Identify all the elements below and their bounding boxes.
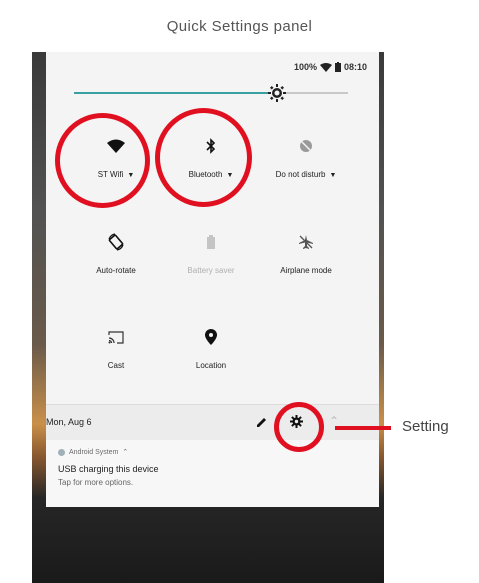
highlight-ring-bluetooth <box>155 108 252 207</box>
dnd-dropdown-icon[interactable]: ▼ <box>329 172 336 179</box>
tile-auto-rotate[interactable]: Auto-rotate <box>71 232 161 275</box>
do-not-disturb-icon <box>300 140 312 152</box>
cast-icon <box>108 330 124 344</box>
battery-saver-icon <box>207 235 215 249</box>
callout-setting-label: Setting <box>402 418 449 435</box>
tile-location[interactable]: Location <box>166 327 256 370</box>
highlight-ring-settings <box>274 402 324 452</box>
brightness-thumb-icon[interactable] <box>267 83 287 103</box>
tile-airplane-mode[interactable]: Airplane mode <box>261 232 351 275</box>
notification-usb[interactable]: Android System ⌃ USB charging this device… <box>46 440 379 507</box>
expand-chevron-icon[interactable]: ⌃ <box>122 448 128 456</box>
wifi-signal-icon <box>319 62 332 72</box>
footer-date: Mon, Aug 6 <box>46 417 92 427</box>
edit-icon[interactable] <box>256 416 268 428</box>
callout-line <box>335 426 391 430</box>
brightness-slider-fill <box>74 92 277 94</box>
location-icon <box>205 329 217 345</box>
caption-quick-settings: Quick Settings panel <box>166 18 313 35</box>
notification-subtitle: Tap for more options. <box>58 478 134 487</box>
tile-auto-rotate-label: Auto-rotate <box>96 266 136 275</box>
airplane-mode-icon <box>299 235 313 249</box>
notification-title: USB charging this device <box>58 464 159 474</box>
android-system-icon <box>58 448 65 456</box>
quick-settings-footer: Mon, Aug 6 ⌃ <box>46 404 379 441</box>
status-bar: 100% 08:10 <box>294 62 367 72</box>
tile-airplane-mode-label: Airplane mode <box>280 266 332 275</box>
auto-rotate-icon <box>108 233 124 251</box>
battery-percent: 100% <box>293 62 317 72</box>
tile-battery-saver-label: Battery saver <box>187 266 235 275</box>
tile-do-not-disturb[interactable]: Do not disturb ▼ <box>261 136 351 179</box>
clock: 08:10 <box>343 62 367 72</box>
tile-dnd-label: Do not disturb <box>275 170 326 179</box>
brightness-slider[interactable] <box>74 84 348 102</box>
notification-app-name: Android System <box>69 448 119 456</box>
highlight-ring-wifi <box>55 113 150 208</box>
tile-cast-label: Cast <box>107 361 125 370</box>
tile-battery-saver[interactable]: Battery saver <box>166 232 256 275</box>
battery-icon <box>334 62 341 72</box>
tile-location-label: Location <box>195 361 227 370</box>
tile-cast[interactable]: Cast <box>71 327 161 370</box>
